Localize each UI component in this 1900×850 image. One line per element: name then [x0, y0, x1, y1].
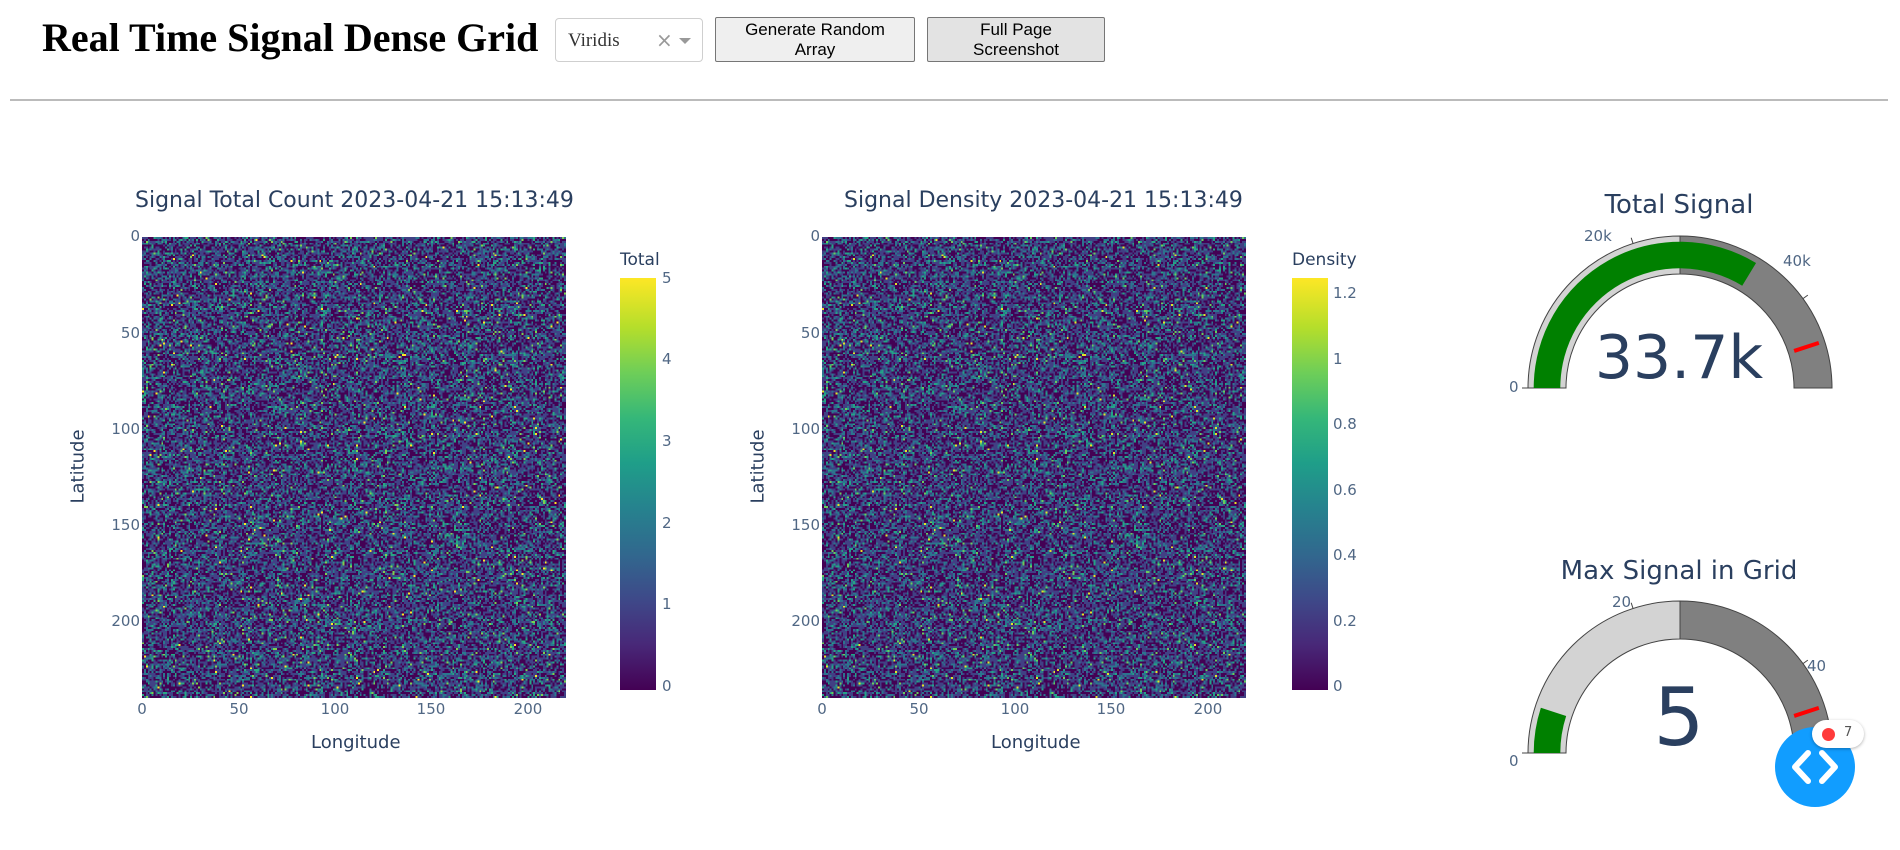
gauge-tick — [1630, 602, 1634, 609]
y-tick: 150 — [111, 516, 140, 534]
y-tick: 0 — [810, 227, 820, 245]
y-tick: 0 — [130, 227, 140, 245]
x-tick: 100 — [320, 700, 350, 718]
colorbar-tick: 0.8 — [1333, 415, 1357, 433]
gauge-title: Total Signal — [1604, 190, 1754, 220]
y-tick: 200 — [111, 612, 140, 630]
y-tick: 200 — [791, 612, 820, 630]
x-tick: 150 — [1096, 700, 1126, 718]
y-tick: 150 — [791, 516, 820, 534]
x-tick: 0 — [817, 700, 827, 718]
error-count: 7 — [1844, 725, 1853, 740]
gauge-title: Max Signal in Grid — [1560, 556, 1798, 586]
heatmap-title: Signal Density 2023-04-21 15:13:49 — [844, 188, 1243, 213]
colorbar-tick: 5 — [662, 269, 672, 287]
gauge-tick-label: 40k — [1783, 252, 1811, 270]
y-tick: 50 — [120, 324, 140, 342]
heatmap-title: Signal Total Count 2023-04-21 15:13:49 — [135, 188, 574, 213]
gauge-value: 33.7k — [1594, 323, 1764, 393]
gauge-tick-label: 0 — [1509, 378, 1519, 396]
colorbar-title: Density — [1292, 250, 1357, 270]
colorbar-tick: 3 — [662, 432, 672, 450]
gauge-value: 5 — [1653, 671, 1705, 764]
colorbar-tick: 0 — [1333, 677, 1343, 695]
colorbar — [620, 278, 656, 690]
colorbar-tick: 4 — [662, 350, 672, 368]
header-divider — [10, 99, 1888, 101]
colorbar — [1292, 278, 1328, 690]
x-tick: 150 — [416, 700, 446, 718]
x-tick: 50 — [229, 700, 249, 718]
colorscale-dropdown[interactable]: Viridis × — [555, 18, 703, 62]
x-tick: 50 — [909, 700, 929, 718]
gauge-tick — [1630, 237, 1634, 244]
y-axis-title: Latitude — [747, 429, 769, 504]
x-axis-title: Longitude — [991, 732, 1081, 753]
colorbar-tick: 2 — [662, 514, 672, 532]
colorbar-tick: 1.2 — [1333, 284, 1357, 302]
heatmap-grid[interactable] — [142, 237, 566, 698]
chevron-down-icon[interactable] — [679, 38, 691, 44]
gauge-tick-label: 20 — [1612, 593, 1632, 611]
colorbar-tick: 1 — [1333, 350, 1343, 368]
x-tick: 0 — [137, 700, 147, 718]
colorbar-title: Total — [620, 250, 660, 270]
gauge-tick-label: 40 — [1807, 657, 1827, 675]
colorscale-dropdown-value: Viridis — [568, 30, 620, 51]
colorbar-tick: 0.6 — [1333, 481, 1357, 499]
gauge-tick-label: 0 — [1509, 752, 1519, 770]
error-count-badge[interactable]: 7 — [1812, 720, 1864, 748]
gauge-tick — [1802, 294, 1809, 300]
y-tick: 50 — [800, 324, 820, 342]
x-axis-title: Longitude — [311, 732, 401, 753]
page-title: Real Time Signal Dense Grid — [42, 15, 539, 60]
heatmap-grid[interactable] — [822, 237, 1246, 698]
colorbar-tick: 0 — [662, 677, 672, 695]
colorbar-tick: 0.4 — [1333, 546, 1357, 564]
x-tick: 100 — [1000, 700, 1030, 718]
x-tick: 200 — [513, 700, 543, 718]
full-page-screenshot-button[interactable]: Full Page Screenshot — [927, 17, 1105, 62]
colorbar-tick: 0.2 — [1333, 612, 1357, 630]
x-tick: 200 — [1193, 700, 1223, 718]
colorbar-tick: 1 — [662, 595, 672, 613]
y-tick: 100 — [791, 420, 820, 438]
clear-icon[interactable]: × — [656, 28, 673, 52]
gauge-tick-label: 20k — [1584, 227, 1612, 245]
y-tick: 100 — [111, 420, 140, 438]
page-header: Real Time Signal Dense Grid Viridis × Ge… — [0, 0, 1900, 101]
generate-random-array-button[interactable]: Generate Random Array — [715, 17, 915, 62]
y-axis-title: Latitude — [67, 429, 89, 504]
error-dot-icon — [1822, 728, 1835, 741]
